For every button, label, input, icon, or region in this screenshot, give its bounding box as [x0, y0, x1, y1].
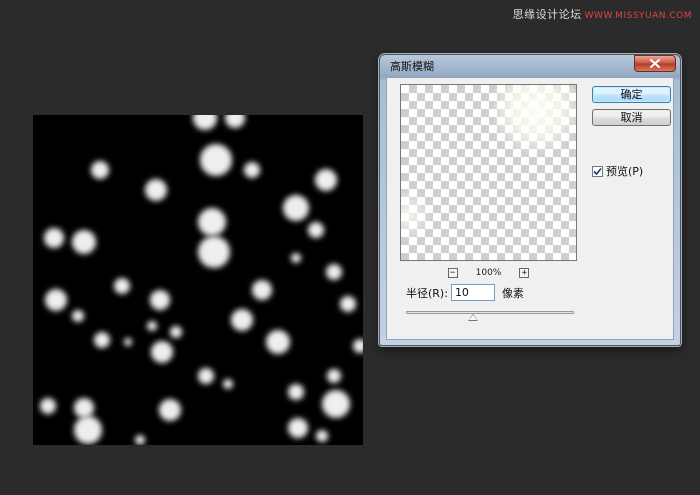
blur-particle	[114, 278, 130, 294]
radius-input[interactable]: 10	[450, 284, 495, 301]
blur-particle	[283, 195, 309, 221]
blur-particle	[200, 144, 232, 176]
blur-particle	[147, 321, 157, 331]
blur-particle	[45, 289, 67, 311]
dialog-titlebar[interactable]: 高斯模糊	[386, 55, 676, 77]
blur-particle	[353, 339, 363, 353]
blur-particle	[266, 330, 290, 354]
cancel-button[interactable]: 取消	[592, 109, 671, 126]
preview-label: 预览(P)	[606, 165, 644, 178]
dialog-body: − 100% + 确定 取消 预览(P) 半径(R): 10 像素	[386, 77, 674, 340]
blur-particle	[198, 368, 214, 384]
blur-particle	[40, 398, 56, 414]
watermark-text: 思缘设计论坛	[512, 8, 582, 21]
gaussian-blur-dialog: 高斯模糊 − 100% + 确定 取消 预览(P) 半径(R): 10 像素	[379, 54, 681, 346]
close-icon	[650, 59, 660, 68]
blur-particle	[198, 236, 230, 268]
blur-particle	[340, 296, 356, 312]
radius-slider-thumb[interactable]	[468, 314, 479, 321]
blur-particle	[327, 369, 341, 383]
blur-particle	[326, 264, 342, 280]
ok-button[interactable]: 确定	[592, 86, 671, 103]
watermark-url: WWW.MISSYUAN.COM	[584, 11, 692, 21]
zoom-out-button[interactable]: −	[447, 268, 458, 278]
zoom-controls: − 100% +	[400, 266, 577, 280]
blur-particle	[316, 430, 328, 442]
checkmark-icon	[593, 167, 602, 175]
preview-glow	[491, 85, 576, 155]
preview-glow-secondary	[401, 185, 431, 245]
preview-pane[interactable]	[400, 84, 577, 261]
blur-particle	[74, 416, 102, 444]
blur-particle	[151, 341, 173, 363]
blur-particle	[252, 280, 272, 300]
blur-particle	[124, 338, 132, 346]
blur-particle	[225, 115, 245, 128]
blur-particle	[288, 384, 304, 400]
blur-particle	[308, 222, 324, 238]
blur-particle	[193, 115, 217, 130]
blur-particle	[231, 309, 253, 331]
close-button[interactable]	[634, 55, 676, 72]
radius-unit: 像素	[501, 286, 524, 300]
blur-particle	[288, 418, 308, 438]
zoom-level: 100%	[475, 268, 502, 278]
blur-particle	[94, 332, 110, 348]
blur-particle	[291, 253, 301, 263]
preview-checkbox[interactable]	[592, 165, 603, 177]
blur-particle	[72, 310, 84, 322]
blur-particle	[74, 398, 94, 418]
blur-particle	[135, 435, 145, 445]
blur-particle	[244, 162, 260, 178]
blur-particle	[159, 399, 181, 421]
blur-particle	[315, 169, 337, 191]
blur-particle	[44, 228, 64, 248]
radius-row: 半径(R): 10 像素	[406, 284, 524, 301]
radius-slider-track[interactable]	[406, 311, 574, 314]
watermark: 思缘设计论坛 WWW.MISSYUAN.COM	[513, 6, 692, 22]
preview-checkbox-row[interactable]: 预览(P)	[592, 163, 643, 179]
radius-label: 半径(R):	[406, 286, 448, 300]
zoom-in-button[interactable]: +	[519, 268, 530, 278]
blur-particle	[91, 161, 109, 179]
blur-particle	[145, 179, 167, 201]
blur-particle	[150, 290, 170, 310]
blur-particle	[72, 230, 96, 254]
blur-particle	[223, 379, 233, 389]
dialog-title: 高斯模糊	[390, 60, 434, 73]
blur-particle	[170, 326, 182, 338]
document-canvas[interactable]	[33, 115, 363, 445]
blur-particle	[322, 390, 350, 418]
blur-particle	[198, 208, 226, 236]
